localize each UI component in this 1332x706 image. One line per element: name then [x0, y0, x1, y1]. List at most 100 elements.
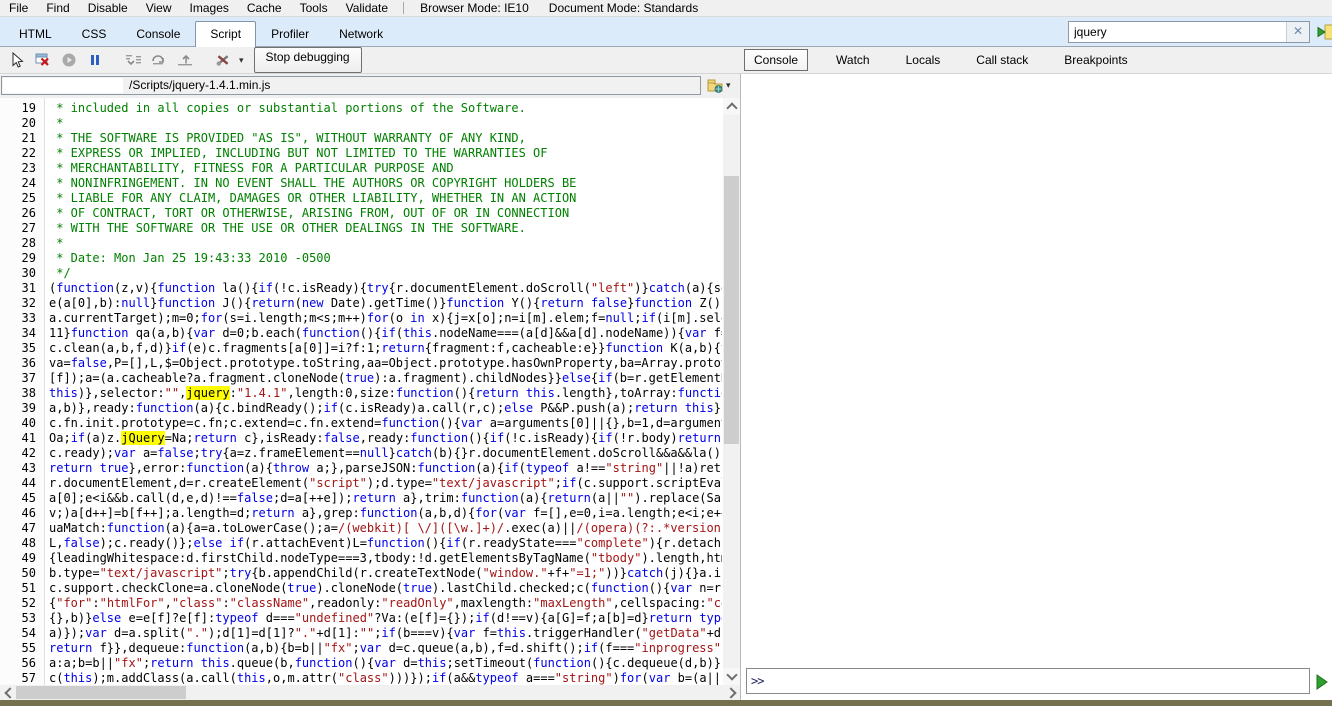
code-line: 22 * EXPRESS OR IMPLIED, INCLUDING BUT N…	[0, 146, 722, 161]
continue-icon[interactable]	[58, 50, 80, 70]
select-element-arrow-icon[interactable]	[6, 50, 28, 70]
break-on-error-icon[interactable]	[32, 50, 54, 70]
code-line: 45a[0];e<i&&b.call(d,e,d)!==false;d=a[++…	[0, 491, 722, 506]
menu-bar: File Find Disable View Images Cache Tool…	[0, 0, 1332, 17]
tab-html[interactable]: HTML	[4, 22, 67, 46]
horizontal-scroll-thumb[interactable]	[16, 686, 186, 699]
code-line: 51c.support.checkClone=a.cloneNode(true)…	[0, 581, 722, 596]
code-line: 20 *	[0, 116, 722, 131]
code-line: 38this)},selector:"",jquery:"1.4.1",leng…	[0, 386, 722, 401]
code-line: 47uaMatch:function(a){a=a.toLowerCase();…	[0, 521, 722, 536]
code-line: 48L,false);c.ready()};else if(r.attachEv…	[0, 536, 722, 551]
rp-tab-breakpoints[interactable]: Breakpoints	[1064, 50, 1127, 70]
code-line: 37[f]);a=(a.cacheable?a.fragment.cloneNo…	[0, 371, 722, 386]
scroll-down-button[interactable]	[723, 668, 740, 685]
tab-row: HTML CSS Console Script Profiler Network…	[0, 17, 1332, 47]
menu-images[interactable]: Images	[181, 1, 238, 15]
code-editor: 19 * included in all copies or substanti…	[0, 98, 740, 685]
code-line: 44r.documentElement,d=r.createElement("s…	[0, 476, 722, 491]
code-line: 52{"for":"htmlFor","class":"className",r…	[0, 596, 722, 611]
code-line: 25 * LIABLE FOR ANY CLAIM, DAMAGES OR OT…	[0, 191, 722, 206]
rp-tab-watch[interactable]: Watch	[836, 50, 870, 70]
rp-tab-locals[interactable]: Locals	[906, 50, 941, 70]
pin-icon[interactable]	[1316, 22, 1332, 42]
window-bottom-edge	[0, 700, 1332, 706]
right-panel-tabs: Console Watch Locals Call stack Breakpoi…	[742, 47, 1164, 73]
tab-console[interactable]: Console	[121, 22, 195, 46]
code-line: 57c(this);m.addClass(a.call(this,o,m.att…	[0, 671, 722, 685]
code-line: 43return true},error:function(a){throw a…	[0, 461, 722, 476]
menu-separator	[403, 2, 404, 14]
scroll-left-button[interactable]	[0, 685, 16, 700]
tab-network[interactable]: Network	[324, 22, 398, 46]
stop-debugging-button[interactable]: Stop debugging	[254, 47, 362, 73]
scroll-up-button[interactable]	[723, 98, 740, 115]
search-clear-button[interactable]: ✕	[1286, 22, 1309, 42]
code-line: 53{},b)}else e=e[f]?e[f]:typeof d==="und…	[0, 611, 722, 626]
menu-view[interactable]: View	[137, 1, 181, 15]
code-line: 54a)});var d=a.split(".");d[1]=d[1]?"."+…	[0, 626, 722, 641]
code-line: 31(function(z,v){function la(){if(!c.isR…	[0, 281, 722, 296]
main-tabs: HTML CSS Console Script Profiler Network	[4, 21, 398, 46]
debug-tools-icon[interactable]	[212, 50, 234, 70]
menu-disable[interactable]: Disable	[79, 1, 137, 15]
code-line: 35c.clean(a,b,f,d)}if(e)c.fragments[a[0]…	[0, 341, 722, 356]
document-mode-label[interactable]: Document Mode: Standards	[539, 1, 708, 15]
code-line: 40c.fn.init.prototype=c.fn;c.extend=c.fn…	[0, 416, 722, 431]
code-line: 21 * THE SOFTWARE IS PROVIDED "AS IS", W…	[0, 131, 722, 146]
script-file-path: /Scripts/jquery-1.4.1.min.js	[129, 78, 270, 93]
code-line: 39a,b)},ready:function(a){c.bindReady();…	[0, 401, 722, 416]
menu-validate[interactable]: Validate	[337, 1, 397, 15]
script-file-selector[interactable]: /Scripts/jquery-1.4.1.min.js	[1, 76, 701, 95]
search-input[interactable]	[1069, 22, 1286, 42]
vertical-scroll-thumb[interactable]	[724, 176, 739, 444]
step-out-icon[interactable]	[174, 50, 196, 70]
menu-file[interactable]: File	[0, 1, 37, 15]
debug-toolbar: ▾ Stop debugging	[6, 47, 362, 73]
code-lines: 19 * included in all copies or substanti…	[0, 101, 722, 685]
file-dropdown-button[interactable]: ▾	[706, 77, 731, 94]
code-line: 23 * MERCHANTABILITY, FITNESS FOR A PART…	[0, 161, 722, 176]
run-script-button[interactable]	[1315, 673, 1329, 691]
browser-mode-label[interactable]: Browser Mode: IE10	[410, 1, 539, 15]
code-line: 46v;)a[d++]=b[f++];a.length=d;return a},…	[0, 506, 722, 521]
code-line: 36va=false,P=[],L,$=Object.prototype.toS…	[0, 356, 722, 371]
code-line: 49{leadingWhitespace:d.firstChild.nodeTy…	[0, 551, 722, 566]
vertical-scrollbar[interactable]	[723, 98, 740, 685]
menu-find[interactable]: Find	[37, 1, 78, 15]
code-line: 56a:a;b=b||"fx";return this.queue(b,func…	[0, 656, 722, 671]
toolbar-row: ▾ Stop debugging Console Watch Locals Ca…	[0, 47, 1332, 74]
menu-tools[interactable]: Tools	[291, 1, 337, 15]
search-box: ✕	[1068, 21, 1310, 43]
tab-profiler[interactable]: Profiler	[256, 22, 324, 46]
tools-dropdown-arrow-icon[interactable]: ▾	[239, 55, 244, 66]
code-line: 28 *	[0, 236, 722, 251]
folder-globe-icon	[706, 77, 725, 94]
menu-cache[interactable]: Cache	[238, 1, 291, 15]
code-line: 32e(a[0],b):null}function J(){return(new…	[0, 296, 722, 311]
scroll-right-button[interactable]	[724, 685, 740, 700]
tab-script[interactable]: Script	[195, 21, 256, 47]
console-panel: >>	[741, 74, 1332, 700]
code-line: 19 * included in all copies or substanti…	[0, 101, 722, 116]
code-line: 42c.ready);var a=false;try{a=z.frameElem…	[0, 446, 722, 461]
rp-tab-console[interactable]: Console	[744, 49, 808, 71]
console-output	[741, 74, 1332, 664]
rp-tab-callstack[interactable]: Call stack	[976, 50, 1028, 70]
devtools-window: File Find Disable View Images Cache Tool…	[0, 0, 1332, 706]
horizontal-scrollbar[interactable]	[0, 685, 740, 700]
code-line: 3411}function qa(a,b){var d=0;b.each(fun…	[0, 326, 722, 341]
code-line: 29 * Date: Mon Jan 25 19:43:33 2010 -050…	[0, 251, 722, 266]
step-into-icon[interactable]	[122, 50, 144, 70]
code-line: 26 * OF CONTRACT, TORT OR OTHERWISE, ARI…	[0, 206, 722, 221]
code-line: 30 */	[0, 266, 722, 281]
code-line: 55return f}},dequeue:function(a,b){b=b||…	[0, 641, 722, 656]
console-input-row[interactable]: >>	[746, 668, 1310, 694]
file-dropdown-arrow-icon: ▾	[726, 80, 731, 91]
file-bar: /Scripts/jquery-1.4.1.min.js ▾	[0, 74, 740, 98]
break-all-icon[interactable]	[84, 50, 106, 70]
code-line: 33a.currentTarget);m=0;for(s=i.length;m<…	[0, 311, 722, 326]
step-over-icon[interactable]	[148, 50, 170, 70]
console-prompt: >>	[747, 674, 763, 688]
tab-css[interactable]: CSS	[67, 22, 122, 46]
